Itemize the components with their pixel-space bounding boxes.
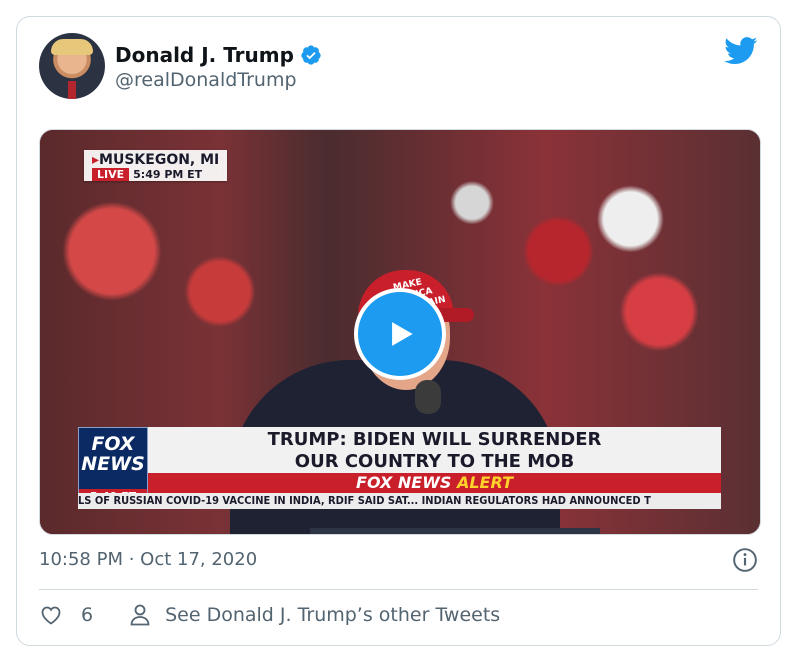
avatar[interactable] [39,33,105,99]
chyron-headline: TRUMP: BIDEN WILL SURRENDER OUR COUNTRY … [148,427,721,473]
tweet-card: Donald J. Trump @realDonaldTrump MAKE AM… [16,16,781,646]
location-label: MUSKEGON, MI [92,152,219,168]
verified-badge-icon [301,45,321,65]
like-count: 6 [81,604,94,626]
person-icon [130,604,150,626]
podium [310,528,600,534]
tweet-timestamp[interactable]: 10:58 PM · Oct 17, 2020 [39,549,257,570]
news-ticker: LS OF RUSSIAN COVID-19 VACCINE IN INDIA,… [78,493,721,509]
news-chyron: FOX NEWS 5:49 ET TRUMP: BIDEN WILL SURRE… [78,427,721,509]
twitter-bird-icon[interactable] [724,37,758,65]
like-button[interactable]: 6 [39,603,93,627]
author-name-row[interactable]: Donald J. Trump [115,43,322,67]
divider [39,589,758,590]
tweet-actions: 6 See Donald J. Trump’s other Tweets [39,603,500,627]
alert-banner: FOX NEWS ALERT [148,473,721,493]
info-icon[interactable] [732,547,758,573]
heart-icon[interactable] [39,603,63,627]
video-player[interactable]: MAKE AMERICA GREAT AGAIN MUSKEGON, MI LI… [39,129,761,535]
live-badge: LIVE [92,168,130,181]
other-tweets-label[interactable]: See Donald J. Trump’s other Tweets [165,604,500,626]
play-button[interactable] [354,288,446,380]
other-tweets-link[interactable]: See Donald J. Trump’s other Tweets [129,603,500,627]
location-bug: MUSKEGON, MI LIVE 5:49 PM ET [84,150,228,181]
microphone [415,380,441,414]
author-handle[interactable]: @realDonaldTrump [115,69,297,91]
play-icon [392,322,413,346]
live-time: 5:49 PM ET [133,168,203,181]
author-name[interactable]: Donald J. Trump [115,43,294,67]
